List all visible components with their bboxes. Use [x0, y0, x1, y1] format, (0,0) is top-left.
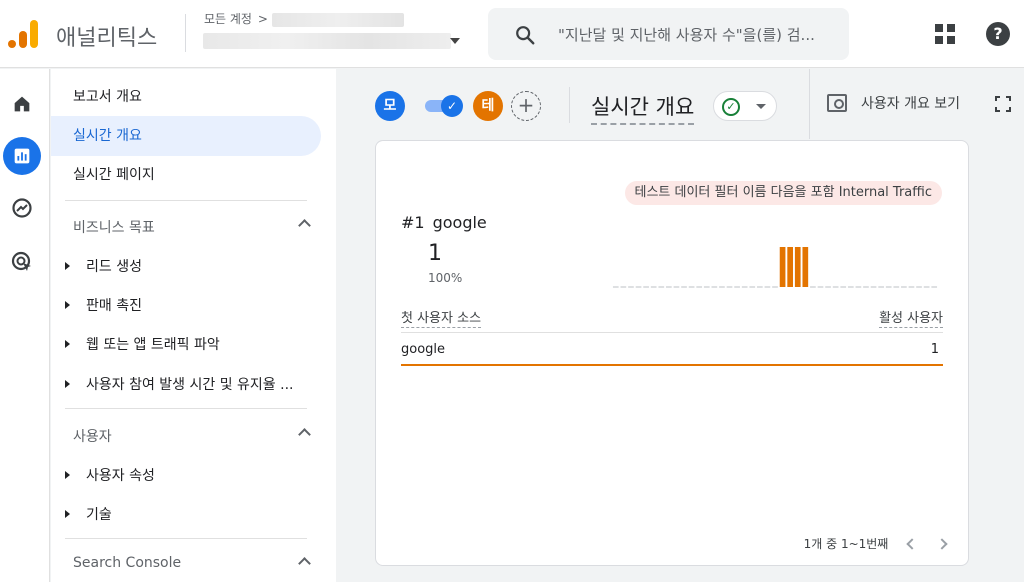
left-rail: [0, 69, 50, 582]
nav-section-user[interactable]: 사용자: [73, 426, 311, 446]
metric-percent: 100%: [428, 271, 463, 285]
expand-arrow-icon: [65, 340, 70, 348]
section-title: 사용자: [73, 429, 112, 445]
nav-label: 판매 촉진: [86, 298, 142, 314]
product-name: 애널리틱스: [56, 26, 158, 51]
nav-item-traffic[interactable]: 웹 또는 앱 트래픽 파악: [65, 334, 315, 354]
section-title: 비즈니스 목표: [73, 220, 155, 236]
divider: [809, 69, 810, 139]
top-app-bar: 애널리틱스 모든 계정 > "지난달 및 지난해 사용자 수"을(를) 검...…: [0, 0, 1024, 68]
minute-bar-chart: [612, 247, 938, 288]
redacted-account-name: [272, 13, 404, 27]
top-source-card: 테스트 데이터 필터 이름 다음을 포함 Internal Traffic #1…: [375, 140, 969, 566]
pagination: 1개 중 1~1번째: [803, 535, 948, 552]
column-header-source[interactable]: 첫 사용자 소스: [401, 307, 482, 328]
redacted-property-name[interactable]: [203, 33, 451, 49]
rank-number: #1: [401, 213, 425, 232]
chevron-right-icon: >: [257, 12, 268, 26]
metric-value: 1: [428, 241, 442, 266]
divider: [65, 538, 307, 539]
nav-label: 리드 생성: [86, 259, 142, 275]
chart-bar[interactable]: [787, 247, 794, 287]
filter-chip[interactable]: 테스트 데이터 필터 이름 다음을 포함 Internal Traffic: [624, 181, 942, 205]
explore-icon[interactable]: [3, 189, 41, 227]
chevron-up-icon: [298, 557, 311, 570]
nav-label: 웹 또는 앱 트래픽 파악: [86, 337, 220, 353]
rank-heading: #1 google: [401, 213, 487, 232]
nav-item-user-attributes[interactable]: 사용자 속성: [65, 465, 315, 485]
nav-item-tech[interactable]: 기술: [65, 504, 315, 524]
chevron-right-icon[interactable]: [936, 538, 948, 550]
top-source-name: google: [432, 213, 487, 232]
pagination-label: 1개 중 1~1번째: [803, 537, 889, 551]
divider: [185, 14, 186, 52]
fullscreen-icon[interactable]: [995, 96, 1011, 112]
search-input[interactable]: "지난달 및 지난해 사용자 수"을(를) 검...: [558, 24, 842, 45]
page-title: 실시간 개요: [591, 91, 695, 125]
data-quality-status[interactable]: ✓: [713, 91, 777, 121]
person-frame-icon: [827, 94, 847, 112]
nav-section-search-console[interactable]: Search Console: [73, 555, 311, 571]
apps-grid-icon[interactable]: [935, 24, 955, 44]
avatar-letter: 모: [383, 98, 397, 114]
divider: [569, 87, 570, 123]
comparison-avatar-te[interactable]: 테: [473, 91, 503, 121]
nav-label: 사용자 속성: [86, 468, 155, 484]
divider: [65, 408, 307, 409]
expand-arrow-icon: [65, 380, 70, 388]
nav-section-business-objectives[interactable]: 비즈니스 목표: [73, 217, 311, 237]
column-header-active-users[interactable]: 활성 사용자: [879, 307, 943, 328]
expand-arrow-icon: [65, 301, 70, 309]
search-bar[interactable]: "지난달 및 지난해 사용자 수"을(를) 검...: [488, 8, 849, 60]
table-row[interactable]: google 1: [401, 333, 943, 366]
nav-item-drive-sales[interactable]: 판매 촉진: [65, 295, 315, 315]
chart-bar[interactable]: [779, 247, 786, 287]
add-comparison-button[interactable]: +: [511, 91, 541, 121]
expand-arrow-icon: [65, 471, 70, 479]
table-header: 첫 사용자 소스 활성 사용자: [401, 305, 943, 333]
nav-item-realtime-pages[interactable]: 실시간 페이지: [51, 155, 155, 195]
side-navigation: 보고서 개요 실시간 개요 실시간 페이지 비즈니스 목표 리드 생성 판매 촉…: [51, 69, 336, 582]
cell-users: 1: [930, 342, 939, 357]
caret-down-icon[interactable]: [450, 38, 460, 44]
help-icon[interactable]: ?: [986, 22, 1010, 46]
nav-label: 사용자 참여 발생 시간 및 유지율 ...: [86, 377, 294, 393]
divider: [65, 200, 307, 201]
nav-item-reports-snapshot[interactable]: 보고서 개요: [51, 77, 142, 117]
reports-icon[interactable]: [3, 137, 41, 175]
cell-source: google: [401, 342, 446, 357]
expand-arrow-icon: [65, 262, 70, 270]
expand-arrow-icon: [65, 510, 70, 518]
nav-item-lead-generation[interactable]: 리드 생성: [65, 256, 315, 276]
account-breadcrumb[interactable]: 모든 계정 >: [204, 10, 268, 27]
chart-bar[interactable]: [802, 247, 809, 287]
check-circle-icon: ✓: [722, 98, 740, 116]
caret-down-icon: [756, 104, 766, 109]
search-icon: [516, 26, 535, 45]
avatar-letter: 테: [481, 98, 495, 114]
chevron-left-icon[interactable]: [906, 538, 918, 550]
section-title: Search Console: [73, 555, 182, 571]
comparison-toggle[interactable]: ✓: [425, 95, 465, 117]
analytics-logo[interactable]: [8, 18, 38, 50]
chevron-up-icon: [298, 219, 311, 232]
check-icon: ✓: [441, 95, 463, 117]
nav-item-realtime-overview[interactable]: 실시간 개요: [51, 116, 321, 156]
report-header: 모 ✓ 테 + 실시간 개요 ✓ 사용자 개요 보기: [343, 69, 1024, 139]
snapshot-label: 사용자 개요 보기: [861, 96, 961, 112]
chevron-up-icon: [298, 428, 311, 441]
advertising-icon[interactable]: [3, 243, 41, 281]
nav-item-engagement[interactable]: 사용자 참여 발생 시간 및 유지율 ...: [65, 374, 315, 394]
comparison-avatar-mo[interactable]: 모: [375, 91, 405, 121]
home-icon[interactable]: [3, 85, 41, 123]
account-crumb-label: 모든 계정: [204, 12, 252, 26]
chart-bar[interactable]: [794, 247, 801, 287]
nav-label: 기술: [86, 507, 112, 523]
user-snapshot-button[interactable]: 사용자 개요 보기: [827, 93, 960, 113]
